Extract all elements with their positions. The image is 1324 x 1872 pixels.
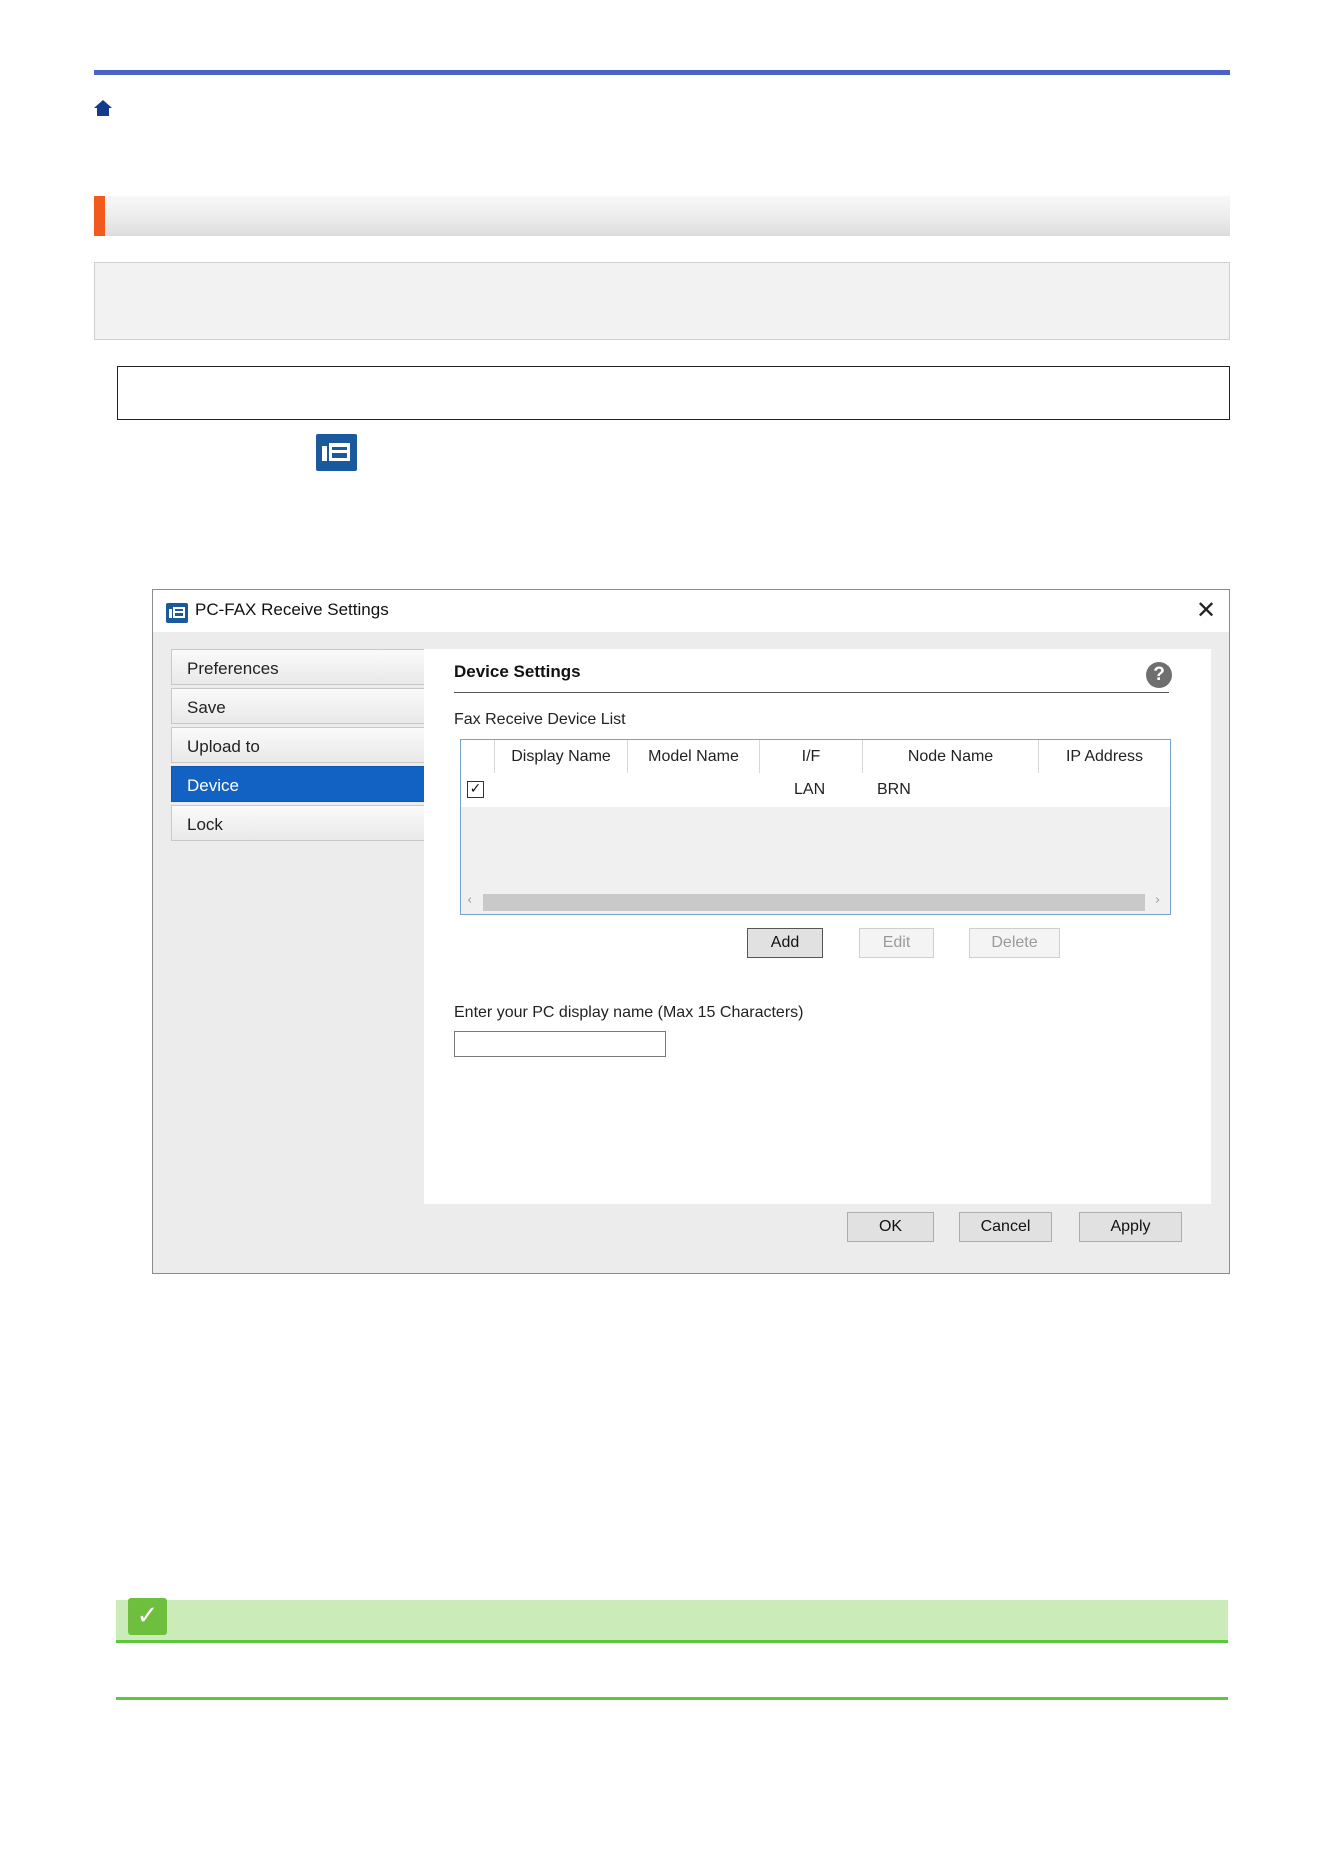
column-header-display-name[interactable]: Display Name [495, 740, 628, 773]
intro-box [94, 262, 1230, 340]
nav-item-upload-to[interactable]: Upload to [171, 727, 425, 763]
checkmark-icon: ✓ [128, 1598, 167, 1635]
device-settings-panel: Device Settings ? Fax Receive Device Lis… [424, 649, 1211, 1204]
column-header-select [461, 740, 495, 773]
column-header-node-name[interactable]: Node Name [863, 740, 1039, 773]
cell-display-name [495, 773, 628, 807]
nav-item-save[interactable]: Save [171, 688, 425, 724]
home-icon[interactable] [93, 98, 113, 118]
nav-item-preferences[interactable]: Preferences [171, 649, 425, 685]
cancel-button[interactable]: Cancel [959, 1212, 1052, 1242]
section-header-bar [94, 196, 1230, 236]
cell-model-name [628, 773, 760, 807]
horizontal-scrollbar[interactable]: ‹ › [461, 891, 1170, 914]
cell-interface: LAN [794, 781, 826, 798]
note-rule-bottom [116, 1697, 1228, 1700]
settings-nav: Preferences Save Upload to Device Lock [171, 649, 425, 844]
pc-name-field[interactable] [454, 1031, 666, 1057]
nav-item-device[interactable]: Device [171, 766, 425, 802]
heading-divider [454, 692, 1169, 693]
ok-button[interactable]: OK [847, 1212, 934, 1242]
column-header-model-name[interactable]: Model Name [628, 740, 760, 773]
pc-fax-receive-settings-dialog: PC-FAX Receive Settings ✕ Preferences Sa… [152, 589, 1230, 1274]
column-header-ip-address[interactable]: IP Address [1039, 740, 1170, 773]
device-list-table: Display Name Model Name I/F Node Name IP… [460, 739, 1171, 915]
scroll-left-icon[interactable]: ‹ [467, 893, 472, 908]
table-row[interactable]: ✓ LAN BRN [461, 773, 1170, 807]
top-rule [94, 70, 1230, 75]
add-button[interactable]: Add [747, 928, 823, 958]
scrollbar-thumb[interactable] [483, 894, 1145, 911]
cell-node-name: BRN [877, 781, 911, 798]
pc-name-label: Enter your PC display name (Max 15 Chara… [454, 1004, 804, 1021]
edit-button[interactable]: Edit [859, 928, 934, 958]
note-bar [116, 1600, 1228, 1640]
pc-fax-receive-icon [316, 434, 357, 471]
step-box [117, 366, 1230, 420]
table-header: Display Name Model Name I/F Node Name IP… [461, 740, 1170, 774]
dialog-titlebar: PC-FAX Receive Settings ✕ [153, 590, 1229, 632]
help-icon[interactable]: ? [1146, 662, 1172, 688]
cell-ip-address [1039, 773, 1170, 807]
apply-button[interactable]: Apply [1079, 1212, 1182, 1242]
nav-item-lock[interactable]: Lock [171, 805, 425, 841]
row-checkbox[interactable]: ✓ [467, 781, 484, 798]
panel-heading: Device Settings [454, 662, 581, 681]
close-icon[interactable]: ✕ [1196, 596, 1216, 624]
dialog-title: PC-FAX Receive Settings [195, 600, 389, 619]
section-accent [94, 196, 105, 236]
device-list-caption: Fax Receive Device List [454, 711, 626, 728]
note-rule-top [116, 1640, 1228, 1643]
scroll-right-icon[interactable]: › [1155, 893, 1160, 908]
delete-button[interactable]: Delete [969, 928, 1060, 958]
column-header-if[interactable]: I/F [760, 740, 863, 773]
app-icon [166, 603, 188, 623]
